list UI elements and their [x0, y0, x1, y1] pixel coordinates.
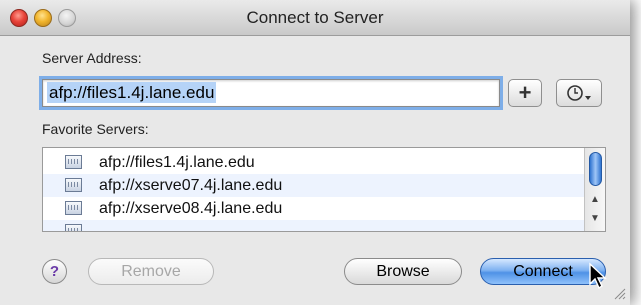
- list-item[interactable]: afp://xserve07.4j.lane.edu: [43, 174, 584, 197]
- scroll-down-arrow-icon[interactable]: ▼: [585, 209, 605, 229]
- add-to-favorites-button[interactable]: +: [508, 79, 542, 107]
- list-item-label: afp://xserve08.4j.lane.edu: [99, 200, 283, 217]
- list-item-label: afp://files1.4j.lane.edu: [99, 154, 255, 171]
- list-item-label: afp://xserve07.4j.lane.edu: [99, 177, 283, 194]
- plus-icon: +: [518, 80, 532, 105]
- server-address-value: afp://files1.4j.lane.edu: [47, 82, 217, 103]
- help-button[interactable]: ?: [42, 259, 67, 284]
- server-icon: [65, 178, 82, 192]
- title-bar[interactable]: Connect to Server: [0, 0, 630, 36]
- favorite-servers-list[interactable]: afp://files1.4j.lane.edu afp://xserve07.…: [42, 147, 606, 232]
- resize-grip-icon[interactable]: [612, 286, 626, 300]
- favorite-servers-label: Favorite Servers:: [42, 121, 149, 137]
- clock-menu-icon: [567, 85, 591, 101]
- window-title: Connect to Server: [246, 8, 384, 27]
- mouse-pointer-icon: [589, 262, 607, 290]
- recent-servers-button[interactable]: [556, 79, 602, 107]
- server-icon: [65, 155, 82, 169]
- remove-button[interactable]: Remove: [88, 258, 214, 285]
- server-icon: [65, 224, 82, 231]
- list-item[interactable]: afp://xserve08.4j.lane.edu: [43, 197, 584, 220]
- server-icon: [65, 201, 82, 215]
- vertical-scrollbar[interactable]: ▲ ▼: [584, 148, 605, 231]
- scrollbar-thumb[interactable]: [589, 152, 602, 186]
- server-address-input[interactable]: afp://files1.4j.lane.edu: [42, 79, 500, 107]
- list-item[interactable]: afp://files1.4j.lane.edu: [43, 151, 584, 174]
- server-address-label: Server Address:: [42, 50, 142, 66]
- browse-button[interactable]: Browse: [344, 258, 462, 285]
- connect-to-server-window: Connect to Server Server Address: afp://…: [0, 0, 630, 305]
- list-item-partial[interactable]: [43, 220, 584, 231]
- scroll-up-arrow-icon[interactable]: ▲: [585, 190, 605, 210]
